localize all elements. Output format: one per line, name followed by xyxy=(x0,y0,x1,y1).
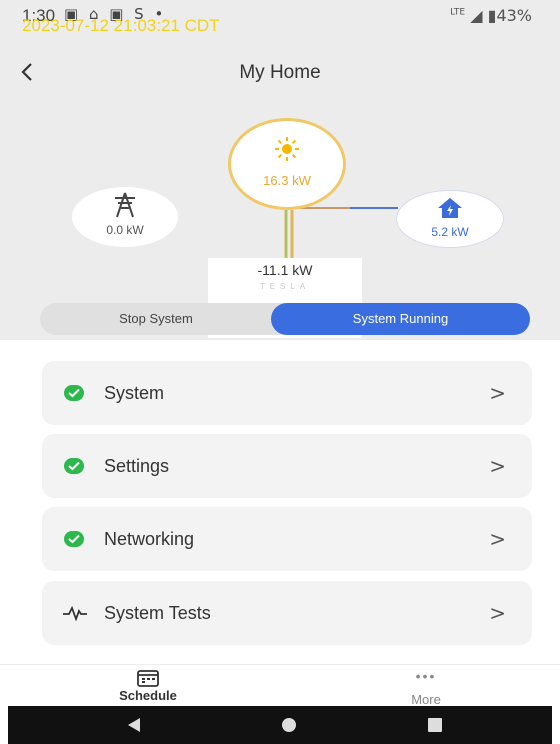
home-bolt-icon xyxy=(397,197,503,224)
menu-item-settings[interactable]: Settings > xyxy=(42,434,532,498)
menu-item-label: Settings xyxy=(104,456,170,476)
status-indicators: LTE ◢ ▮43% xyxy=(450,6,532,25)
grid-node[interactable]: 0.0 kW xyxy=(72,187,178,247)
solar-value: 16.3 kW xyxy=(263,173,311,188)
system-running-button[interactable]: System Running xyxy=(271,303,530,335)
solar-node[interactable]: 16.3 kW xyxy=(228,118,346,210)
home-node[interactable]: 5.2 kW xyxy=(396,190,504,248)
grid-value: 0.0 kW xyxy=(106,223,144,237)
timestamp-overlay: 2023-07-12 21:03:21 CDT xyxy=(22,16,220,35)
chevron-right-icon: > xyxy=(489,454,506,478)
home-value: 5.2 kW xyxy=(431,225,469,239)
menu-item-system[interactable]: System > xyxy=(42,361,532,425)
chevron-right-icon: > xyxy=(489,601,506,625)
bottom-tab-bar: Schedule ••• More xyxy=(0,664,560,707)
menu-item-label: System Tests xyxy=(104,603,211,623)
tab-schedule[interactable]: Schedule xyxy=(88,669,208,703)
chevron-right-icon: > xyxy=(489,381,506,405)
menu-item-label: System xyxy=(104,383,165,403)
chevron-right-icon: > xyxy=(489,527,506,551)
stop-system-button[interactable]: Stop System xyxy=(40,303,272,335)
pulse-icon xyxy=(62,605,88,626)
power-tower-icon xyxy=(72,191,178,224)
menu-item-networking[interactable]: Networking > xyxy=(42,507,532,571)
nav-recents-icon[interactable] xyxy=(426,706,444,744)
system-nav-bar xyxy=(8,706,552,744)
nav-home-icon[interactable] xyxy=(280,706,298,744)
tab-schedule-label: Schedule xyxy=(119,688,177,703)
tab-more-label: More xyxy=(411,692,441,707)
menu-item-system-tests[interactable]: System Tests > xyxy=(42,581,532,645)
more-dots-icon: ••• xyxy=(415,668,437,684)
menu-item-label: Networking xyxy=(104,529,195,549)
sun-icon xyxy=(231,135,343,170)
energy-flow-panel: My Home 16.3 kW 0.0 kW 5.2 kW -11.1 kW T… xyxy=(0,40,560,340)
battery-value: -11.1 kW xyxy=(257,262,313,278)
battery-brand: TESLA xyxy=(259,282,311,291)
nav-back-icon[interactable] xyxy=(126,706,142,744)
signal-icon: ◢ xyxy=(470,6,483,25)
tab-more[interactable]: ••• More xyxy=(366,669,486,707)
network-type: LTE xyxy=(450,7,466,18)
calendar-icon xyxy=(88,669,208,687)
check-circle-icon xyxy=(64,531,84,547)
check-circle-icon xyxy=(64,385,84,401)
battery-level: 43% xyxy=(496,6,532,25)
system-toggle: Stop System System Running xyxy=(40,303,530,335)
check-circle-icon xyxy=(64,458,84,474)
